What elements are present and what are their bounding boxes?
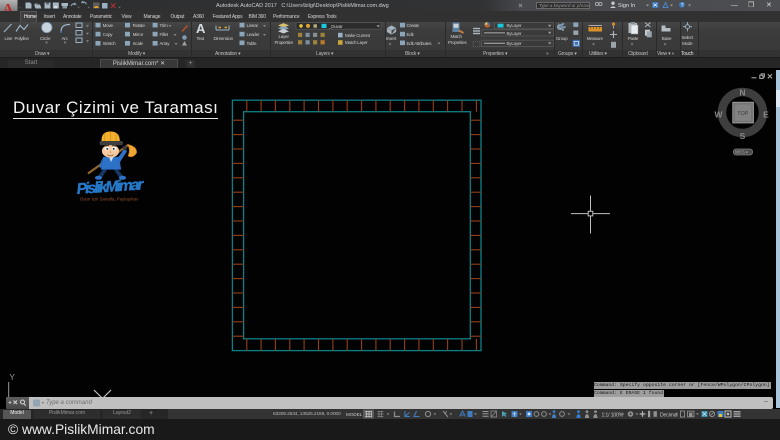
- svg-text:Y: Y: [10, 373, 16, 382]
- svg-text:TOP: TOP: [737, 111, 749, 117]
- svg-text:?: ?: [681, 3, 684, 9]
- svg-text:W: W: [714, 110, 723, 120]
- svg-text:PislikMimar: PislikMimar: [76, 176, 145, 198]
- svg-text:S: S: [740, 131, 746, 141]
- svg-text:N: N: [739, 88, 745, 98]
- svg-text:E: E: [763, 110, 769, 120]
- svg-text:WCS ▾: WCS ▾: [735, 150, 748, 155]
- svg-text:Decimal: Decimal: [660, 412, 677, 418]
- svg-text:A: A: [196, 22, 206, 36]
- svg-text:1:1/ 100%: 1:1/ 100%: [602, 412, 624, 418]
- svg-text:Oyun İçin Sanatla, Paylaşılası: Oyun İçin Sanatla, Paylaşılası: [80, 197, 138, 202]
